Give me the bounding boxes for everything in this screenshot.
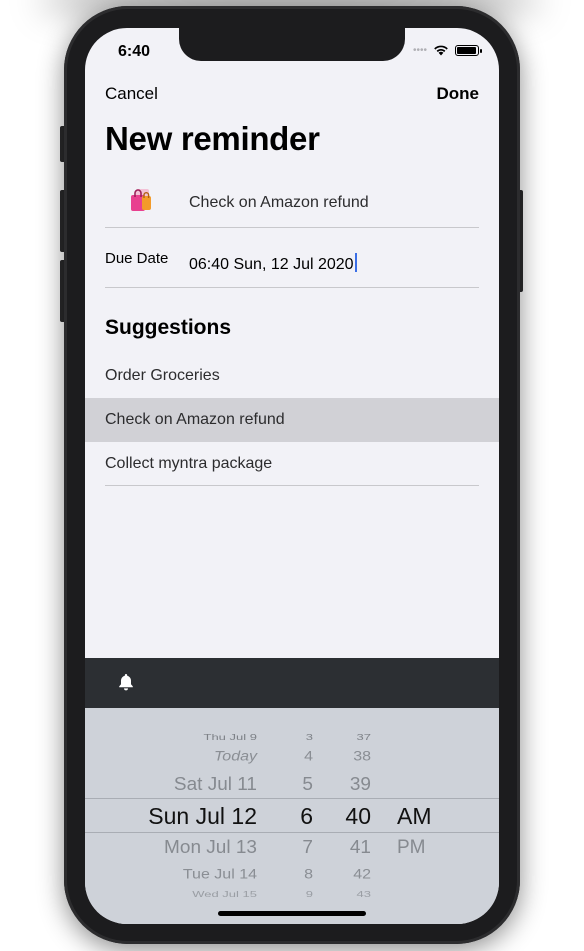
- picker-period-option[interactable]: PM: [397, 837, 426, 859]
- screen: 6:40 •••• Cancel Done New reminder Check…: [85, 28, 499, 924]
- home-indicator: [218, 911, 366, 916]
- page-title: New reminder: [105, 120, 320, 157]
- picker-minutes-option[interactable]: 43: [357, 890, 371, 899]
- suggestion-item-check-amazon-refund[interactable]: Check on Amazon refund: [85, 398, 499, 442]
- picker-dates-option[interactable]: Today: [214, 749, 257, 764]
- picker-dates-option[interactable]: Mon Jul 13: [164, 837, 257, 858]
- shopping-bag-icon: [131, 189, 151, 211]
- reminder-title-input[interactable]: Check on Amazon refund: [189, 194, 369, 212]
- picker-selection-band: [85, 798, 499, 833]
- suggestion-label: Collect myntra package: [105, 455, 273, 472]
- picker-minutes-option[interactable]: 42: [353, 867, 371, 882]
- notch: [179, 28, 405, 61]
- suggestions-divider: [105, 485, 479, 486]
- status-icons: ••••: [412, 44, 482, 56]
- picker-hours-option[interactable]: 3: [306, 733, 313, 742]
- due-date-value: 06:40 Sun, 12 Jul 2020: [189, 256, 354, 273]
- bell-icon[interactable]: [116, 672, 136, 692]
- keyboard-toolbar: [85, 658, 499, 708]
- picker-dates-option[interactable]: Tue Jul 14: [183, 867, 257, 882]
- suggestion-item-order-groceries[interactable]: Order Groceries: [85, 354, 499, 398]
- picker-hours-option[interactable]: 5: [302, 774, 313, 795]
- cellular-signal-icon: ••••: [412, 44, 427, 56]
- picker-hours-option[interactable]: 7: [302, 837, 313, 858]
- picker-dates-option[interactable]: Sat Jul 11: [174, 774, 257, 795]
- status-time: 6:40: [118, 43, 151, 60]
- picker-hours-option[interactable]: 8: [304, 867, 313, 882]
- cancel-button[interactable]: Cancel: [105, 84, 158, 104]
- picker-minutes-option[interactable]: 39: [350, 774, 371, 795]
- suggestion-label: Check on Amazon refund: [105, 411, 285, 428]
- picker-hours-option[interactable]: 4: [304, 749, 313, 764]
- picker-minutes-option[interactable]: 41: [350, 837, 371, 858]
- picker-hours-option[interactable]: 6: [300, 803, 313, 830]
- text-cursor: [354, 253, 357, 272]
- wifi-icon: [434, 45, 448, 56]
- picker-minutes-option[interactable]: 40: [345, 803, 371, 830]
- picker-hours-option[interactable]: 9: [306, 890, 313, 899]
- picker-minutes-option[interactable]: 38: [353, 749, 371, 764]
- date-time-picker[interactable]: Thu Jul 9 Today Sat Jul 11 Sun Jul 12 Mon Ju…: [85, 708, 499, 924]
- picker-minutes-option[interactable]: 37: [357, 733, 371, 742]
- picker-dates-option[interactable]: Sun Jul 12: [148, 803, 257, 830]
- due-date-row[interactable]: Due Date 06:40 Sun, 12 Jul 2020: [105, 228, 479, 288]
- suggestion-label: Order Groceries: [105, 367, 220, 384]
- due-date-field[interactable]: 06:40 Sun, 12 Jul 2020: [189, 253, 357, 274]
- battery-icon: [455, 44, 482, 56]
- suggestion-item-collect-myntra-package[interactable]: Collect myntra package: [85, 442, 499, 486]
- picker-dates-option[interactable]: Wed Jul 15: [192, 890, 257, 899]
- picker-dates-option[interactable]: Thu Jul 9: [204, 733, 257, 742]
- reminder-title-row[interactable]: Check on Amazon refund: [105, 180, 479, 228]
- suggestions-heading: Suggestions: [105, 316, 232, 339]
- due-date-label: Due Date: [105, 250, 169, 267]
- picker-period-option[interactable]: AM: [397, 803, 432, 830]
- done-button[interactable]: Done: [437, 84, 480, 104]
